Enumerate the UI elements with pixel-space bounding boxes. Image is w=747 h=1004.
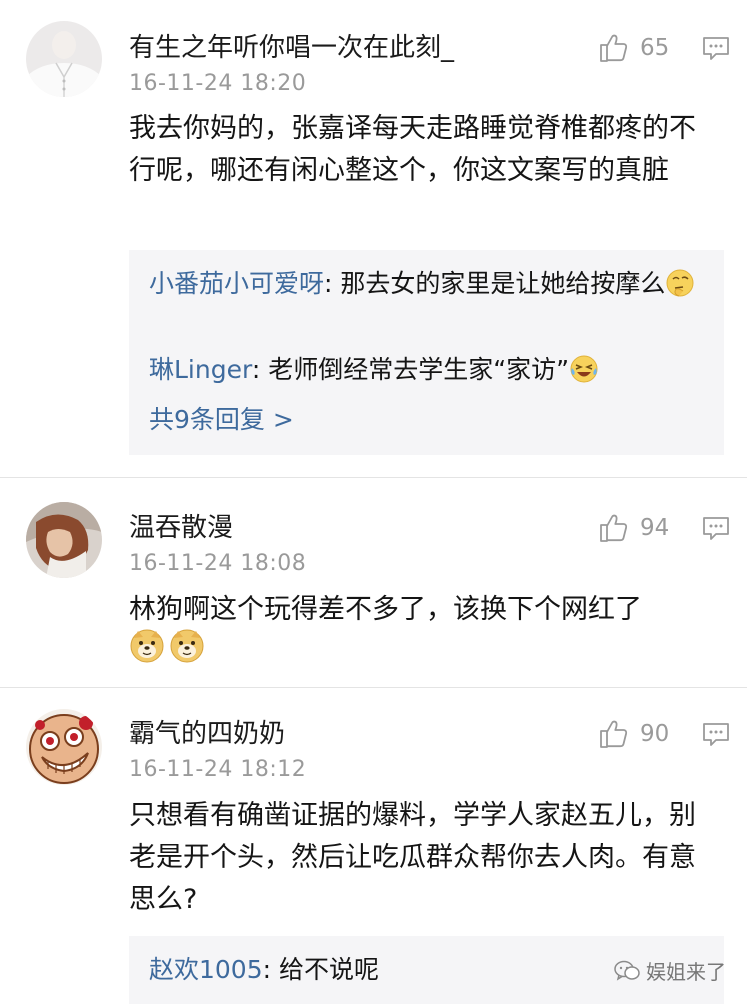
thumbs-up-icon — [598, 32, 630, 64]
divider — [0, 477, 747, 478]
thumbs-up-icon — [598, 512, 630, 544]
username[interactable]: 霸气的四奶奶 — [129, 717, 285, 751]
reply-item: 小番茄小可爱呀: 那去女的家里是让她给按摩么 — [149, 264, 709, 304]
laughing-tears-emoji-icon — [570, 355, 598, 383]
reply-comment-icon[interactable] — [702, 35, 730, 63]
like-count: 90 — [640, 721, 670, 747]
white-shirt-avatar-icon — [26, 21, 102, 97]
timestamp: 16-11-24 18:08 — [129, 551, 307, 576]
like-button[interactable]: 90 — [598, 717, 669, 751]
comment-text: 林狗啊这个玩得差不多了，该换下个网红了 — [129, 594, 642, 625]
doge-emoji-icon — [129, 628, 165, 664]
username[interactable]: 温吞散漫 — [129, 511, 233, 545]
reply-text: 给不说呢 — [279, 955, 380, 984]
avatar[interactable] — [26, 21, 102, 97]
cartoon-face-avatar-icon — [26, 709, 102, 785]
reply-text: 那去女的家里是让她给按摩么 — [340, 269, 666, 298]
reply-item: 琳Linger: 老师倒经常去学生家“家访” — [149, 350, 709, 390]
reply-separator: : — [251, 355, 269, 384]
comment-text: 我去你妈的，张嘉译每天走路睡觉脊椎都疼的不行呢，哪还有闲心整这个，你这文案写的真… — [129, 113, 696, 186]
username[interactable]: 有生之年听你唱一次在此刻_ — [129, 31, 454, 65]
avatar[interactable] — [26, 502, 102, 578]
reply-separator: : — [262, 955, 279, 984]
wechat-logo-icon — [614, 960, 640, 981]
like-button[interactable]: 65 — [598, 31, 669, 65]
timestamp: 16-11-24 18:20 — [129, 71, 307, 96]
like-count: 94 — [640, 515, 670, 541]
reply-comment-icon[interactable] — [702, 515, 730, 543]
reply-username[interactable]: 小番茄小可爱呀 — [149, 269, 324, 298]
reply-comment-icon[interactable] — [702, 721, 730, 749]
emoji-row — [129, 628, 205, 664]
photo-avatar-icon — [26, 502, 102, 578]
divider — [0, 687, 747, 688]
timestamp: 16-11-24 18:12 — [129, 757, 307, 782]
doge-emoji-icon — [169, 628, 205, 664]
comment-text: 只想看有确凿证据的爆料，学学人家赵五儿，别老是开个头，然后让吃瓜群众帮你去人肉。… — [129, 800, 696, 915]
like-button[interactable]: 94 — [598, 511, 669, 545]
reply-box: 小番茄小可爱呀: 那去女的家里是让她给按摩么 琳Linger: 老师倒经常去学生… — [129, 250, 724, 455]
reply-username[interactable]: 赵欢1005 — [149, 955, 263, 984]
watermark-text: 娱姐来了 — [646, 960, 726, 984]
reply-separator: : — [324, 269, 341, 298]
more-replies-link[interactable]: 共9条回复 > — [149, 400, 294, 440]
like-count: 65 — [640, 35, 670, 61]
reply-text: 老师倒经常去学生家“家访” — [268, 355, 570, 384]
thinking-emoji-icon — [666, 269, 694, 297]
reply-username[interactable]: 琳Linger — [149, 355, 252, 384]
thumbs-up-icon — [598, 718, 630, 750]
avatar[interactable] — [26, 709, 102, 785]
watermark: 娱姐来了 — [614, 956, 726, 985]
